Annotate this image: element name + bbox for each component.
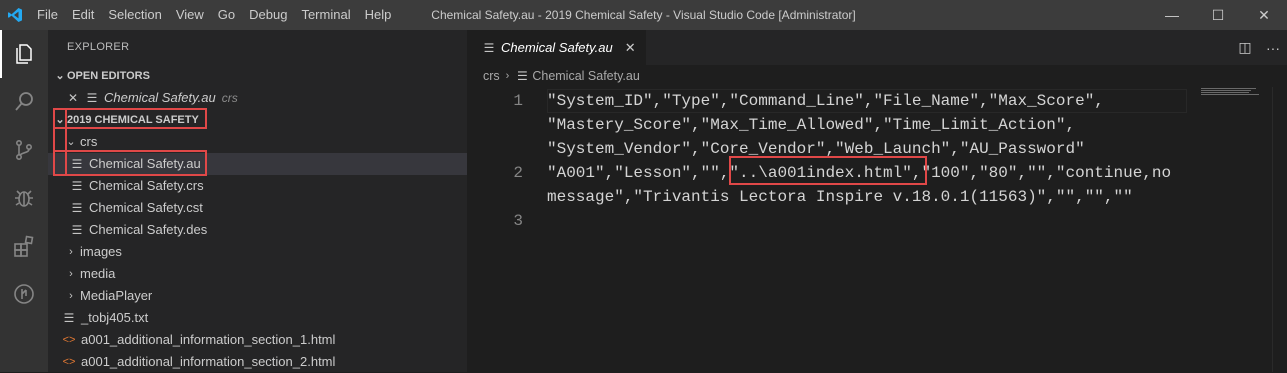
breadcrumb-folder[interactable]: crs xyxy=(483,65,500,87)
tab-bar: ☰ Chemical Safety.au ✕ ◫ ··· xyxy=(467,30,1287,65)
vscode-logo-icon xyxy=(0,0,30,30)
code-line: "System_ID","Type","Command_Line","File_… xyxy=(547,92,1104,110)
menu-selection[interactable]: Selection xyxy=(101,0,168,30)
tab-chemical-safety[interactable]: ☰ Chemical Safety.au ✕ xyxy=(467,30,646,65)
extensions-icon[interactable] xyxy=(0,222,48,270)
menu-file[interactable]: File xyxy=(30,0,65,30)
menu-help[interactable]: Help xyxy=(358,0,399,30)
open-editor-folder: crs xyxy=(221,91,238,105)
window-controls: — ☐ ✕ xyxy=(1149,0,1287,30)
remote-icon[interactable] xyxy=(0,270,48,318)
file-label: Chemical Safety.des xyxy=(89,222,208,237)
folder-label: MediaPlayer xyxy=(80,288,153,303)
menu-go[interactable]: Go xyxy=(211,0,242,30)
source-control-icon[interactable] xyxy=(0,126,48,174)
file-item[interactable]: ☰ Chemical Safety.cst xyxy=(48,197,467,219)
menu-bar: File Edit Selection View Go Debug Termin… xyxy=(30,0,398,30)
split-editor-icon[interactable]: ◫ xyxy=(1231,39,1259,56)
chevron-right-icon: › xyxy=(69,246,73,258)
file-label: a001_additional_information_section_1.ht… xyxy=(81,332,336,347)
activity-bar xyxy=(0,30,48,372)
code-line-wrap: message","Trivantis Lectora Inspire v.18… xyxy=(547,188,1133,206)
chevron-right-icon: › xyxy=(69,268,73,280)
highlight-workspace-header xyxy=(53,108,207,129)
menu-debug[interactable]: Debug xyxy=(242,0,294,30)
file-item[interactable]: ☰ _tobj405.txt xyxy=(48,307,467,329)
folder-item[interactable]: › images xyxy=(48,241,467,263)
line-number: 3 xyxy=(513,212,523,230)
editor-area: ☰ Chemical Safety.au ✕ ◫ ··· crs › ☰ Che… xyxy=(467,30,1287,372)
lines-file-icon: ☰ xyxy=(63,311,75,325)
explorer-title: EXPLORER xyxy=(67,41,130,53)
minimap[interactable] xyxy=(1201,87,1271,97)
open-editors-label: OPEN EDITORS xyxy=(67,70,150,82)
open-editor-item[interactable]: ✕ ☰ Chemical Safety.au crs xyxy=(48,87,467,109)
chevron-down-icon: ⌄ xyxy=(55,70,65,82)
code-line-wrap: "Mastery_Score","Max_Time_Allowed","Time… xyxy=(547,116,1076,134)
file-label: _tobj405.txt xyxy=(81,310,149,325)
tab-actions: ◫ ··· xyxy=(1231,30,1287,65)
explorer-icon[interactable] xyxy=(0,30,48,78)
vertical-scrollbar[interactable] xyxy=(1272,87,1287,372)
file-item[interactable]: ☰ Chemical Safety.crs xyxy=(48,175,467,197)
chevron-right-icon: › xyxy=(505,70,510,82)
highlight-command-line xyxy=(729,156,927,185)
folder-item[interactable]: › media xyxy=(48,263,467,285)
html-file-icon: <> xyxy=(62,334,76,346)
tab-close-icon[interactable]: ✕ xyxy=(625,40,636,56)
chevron-right-icon: › xyxy=(69,290,73,302)
breadcrumb-file[interactable]: Chemical Safety.au xyxy=(532,65,639,87)
lines-file-icon: ☰ xyxy=(483,40,495,55)
menu-view[interactable]: View xyxy=(169,0,211,30)
line-number: 1 xyxy=(513,92,523,110)
title-bar: File Edit Selection View Go Debug Termin… xyxy=(0,0,1287,30)
file-item[interactable]: <> a001_additional_information_section_2… xyxy=(48,351,467,373)
more-actions-icon[interactable]: ··· xyxy=(1259,40,1287,56)
debug-icon[interactable] xyxy=(0,174,48,222)
open-editors-header[interactable]: ⌄ OPEN EDITORS xyxy=(48,65,467,87)
file-item[interactable]: <> a001_additional_information_section_1… xyxy=(48,329,467,351)
html-file-icon: <> xyxy=(62,356,76,368)
lines-file-icon: ☰ xyxy=(86,91,98,105)
highlight-selected-file xyxy=(53,150,207,176)
line-number: 2 xyxy=(513,164,523,182)
folder-label: images xyxy=(80,244,122,259)
tab-label: Chemical Safety.au xyxy=(501,40,613,55)
lines-file-icon: ☰ xyxy=(71,223,83,237)
file-item[interactable]: ☰ Chemical Safety.des xyxy=(48,219,467,241)
breadcrumb: crs › ☰ Chemical Safety.au xyxy=(467,65,1287,87)
open-editor-name: Chemical Safety.au xyxy=(104,90,216,105)
close-icon[interactable]: ✕ xyxy=(66,87,80,109)
menu-terminal[interactable]: Terminal xyxy=(294,0,357,30)
explorer-sidebar: EXPLORER ⌄ OPEN EDITORS ✕ ☰ Chemical Saf… xyxy=(48,30,467,372)
folder-label: media xyxy=(80,266,116,281)
menu-edit[interactable]: Edit xyxy=(65,0,101,30)
lines-file-icon: ☰ xyxy=(71,179,83,193)
file-label: Chemical Safety.cst xyxy=(89,200,203,215)
close-window-button[interactable]: ✕ xyxy=(1241,0,1287,30)
lines-file-icon: ☰ xyxy=(71,201,83,215)
folder-item[interactable]: › MediaPlayer xyxy=(48,285,467,307)
minimize-button[interactable]: — xyxy=(1149,0,1195,30)
maximize-button[interactable]: ☐ xyxy=(1195,0,1241,30)
search-icon[interactable] xyxy=(0,78,48,126)
file-label: Chemical Safety.crs xyxy=(89,178,204,193)
file-label: a001_additional_information_section_2.ht… xyxy=(81,354,336,369)
lines-file-icon: ☰ xyxy=(516,69,528,83)
